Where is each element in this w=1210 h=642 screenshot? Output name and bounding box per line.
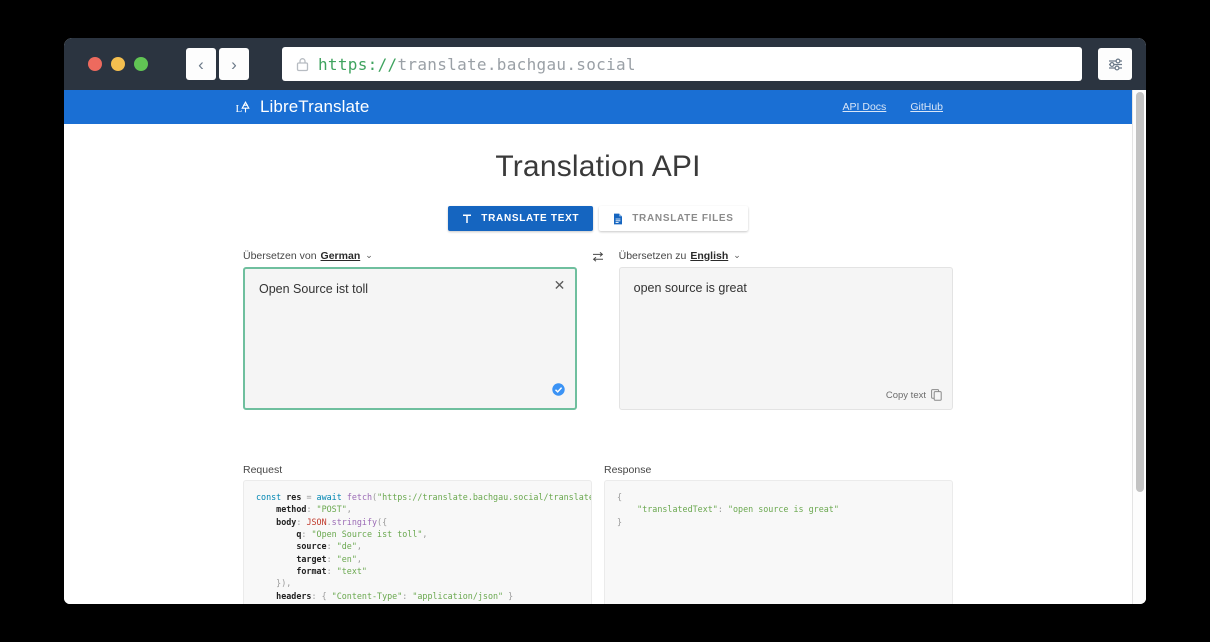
maximize-window-button[interactable] (134, 57, 148, 71)
swap-horizontal-icon (592, 252, 604, 262)
source-language-selector[interactable]: Übersetzen von German ⌄ (243, 248, 577, 263)
lock-icon (296, 57, 309, 71)
request-label: Request (243, 464, 283, 476)
translation-panels: Übersetzen von German ⌄ Open Source ist … (243, 248, 953, 410)
source-textarea[interactable]: Open Source ist toll ✕ (243, 267, 578, 410)
target-language-value: English (690, 249, 729, 262)
target-language-selector[interactable]: Übersetzen zu English ⌄ (619, 248, 953, 263)
text-t-icon (462, 214, 472, 224)
brand-logo[interactable]: L LibreTranslate (236, 97, 369, 117)
page-scrollbar[interactable] (1132, 90, 1146, 604)
response-panel: Response { "translatedText": "open sourc… (604, 464, 953, 604)
page-content: Translation API TRANSLATE TEXT TRANSLATE… (64, 124, 1132, 604)
chevron-down-icon: ⌄ (365, 250, 373, 260)
sliders-icon (1108, 57, 1122, 71)
url-scheme: https:// (318, 54, 398, 74)
copy-text-label: Copy text (885, 389, 926, 401)
tab-translate-text[interactable]: TRANSLATE TEXT (448, 206, 594, 231)
page-title: Translation API (495, 150, 701, 183)
close-x-icon[interactable]: ✕ (554, 278, 566, 292)
browser-settings-button[interactable] (1098, 48, 1132, 80)
web-page: L LibreTranslate API Docs GitHub Transla… (64, 90, 1132, 604)
tab-translate-files[interactable]: TRANSLATE FILES (599, 206, 748, 231)
tab-translate-files-label: TRANSLATE FILES (632, 213, 734, 224)
scrollbar-thumb[interactable] (1136, 92, 1144, 492)
target-textarea[interactable]: open source is great Copy text (618, 267, 953, 410)
source-panel: Übersetzen von German ⌄ Open Source ist … (243, 248, 578, 410)
target-text: open source is great (633, 281, 747, 295)
forward-button[interactable]: › (219, 48, 249, 80)
swap-languages-button[interactable] (589, 248, 606, 264)
request-panel: Request const res = await fetch("https:/… (243, 464, 592, 604)
minimize-window-button[interactable] (111, 57, 125, 71)
page-viewport: L LibreTranslate API Docs GitHub Transla… (64, 90, 1146, 604)
url-host: translate.bachgau.social (397, 54, 636, 74)
response-code-block: { "translatedText": "open source is grea… (604, 480, 953, 604)
brand-label: LibreTranslate (260, 97, 370, 116)
source-language-value: German (320, 249, 361, 262)
nav-link-api-docs[interactable]: API Docs (843, 101, 887, 113)
browser-window: ‹ › https://translate.bachgau.social L L… (64, 38, 1146, 604)
chevron-down-icon: ⌄ (733, 250, 741, 260)
code-panels: Request const res = await fetch("https:/… (243, 464, 953, 604)
target-panel: Übersetzen zu English ⌄ open source is g… (618, 248, 953, 410)
request-code-block: const res = await fetch("https://transla… (243, 480, 592, 604)
tab-translate-text-label: TRANSLATE TEXT (481, 213, 580, 224)
svg-text:L: L (236, 103, 243, 115)
window-controls (88, 57, 148, 71)
address-bar[interactable]: https://translate.bachgau.social (282, 47, 1082, 81)
navigation-buttons: ‹ › (186, 48, 249, 80)
source-label-prefix: Übersetzen von (243, 249, 317, 262)
copy-icon (931, 389, 942, 401)
close-window-button[interactable] (88, 57, 102, 71)
libretranslate-logo-icon: L (236, 100, 250, 115)
navbar-links: API Docs GitHub (843, 101, 943, 113)
source-text: Open Source ist toll (259, 282, 369, 296)
mode-tabs: TRANSLATE TEXT TRANSLATE FILES (64, 206, 1132, 231)
check-circle-icon (552, 383, 566, 399)
site-navbar: L LibreTranslate API Docs GitHub (64, 90, 1132, 124)
file-document-icon (613, 213, 623, 225)
response-label: Response (604, 464, 652, 476)
nav-link-github[interactable]: GitHub (910, 101, 943, 113)
back-button[interactable]: ‹ (186, 48, 216, 80)
target-label-prefix: Übersetzen zu (618, 249, 687, 262)
browser-toolbar: ‹ › https://translate.bachgau.social (64, 38, 1146, 90)
copy-text-button[interactable]: Copy text (886, 389, 942, 401)
